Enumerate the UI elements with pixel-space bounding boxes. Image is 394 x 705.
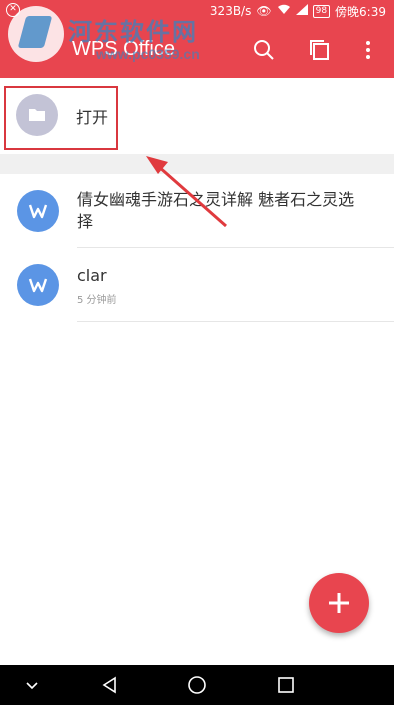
file-title: clar	[77, 266, 107, 285]
plus-icon	[329, 593, 349, 613]
battery-icon: 98	[312, 4, 331, 18]
signal-icon	[295, 4, 308, 18]
status-bar: ✕ 323B/s 👁 98 傍晚6:39	[0, 0, 394, 22]
navigation-bar	[0, 665, 394, 705]
notification-icon: ✕	[6, 3, 20, 17]
highlight-box	[4, 86, 118, 150]
eye-icon: 👁	[256, 4, 272, 18]
network-speed: 323B/s	[209, 4, 252, 18]
new-document-button[interactable]	[309, 573, 369, 633]
wps-document-icon	[17, 190, 59, 232]
search-icon[interactable]	[252, 38, 276, 62]
status-time: 傍晚6:39	[335, 4, 386, 19]
home-icon[interactable]	[187, 675, 207, 695]
recents-icon[interactable]	[276, 675, 296, 695]
section-divider	[0, 154, 394, 174]
divider	[77, 321, 394, 322]
file-title: 倩女幽魂手游石之灵详解 魅者石之灵选择	[77, 190, 355, 231]
hide-nav-icon[interactable]	[24, 677, 40, 693]
wps-document-icon	[17, 264, 59, 306]
app-bar: WPS Office	[0, 22, 394, 78]
window-switch-icon[interactable]	[308, 38, 332, 62]
status-indicators: 323B/s 👁 98 傍晚6:39	[210, 3, 386, 19]
back-icon[interactable]	[100, 675, 120, 695]
file-list-item[interactable]: clar 5 分钟前	[0, 248, 394, 322]
wifi-icon	[277, 4, 291, 18]
file-time: 5 分钟前	[77, 295, 117, 306]
more-icon[interactable]	[356, 38, 380, 62]
file-list-item[interactable]: 倩女幽魂手游石之灵详解 魅者石之灵选择	[0, 174, 394, 248]
app-title: WPS Office	[72, 38, 175, 60]
